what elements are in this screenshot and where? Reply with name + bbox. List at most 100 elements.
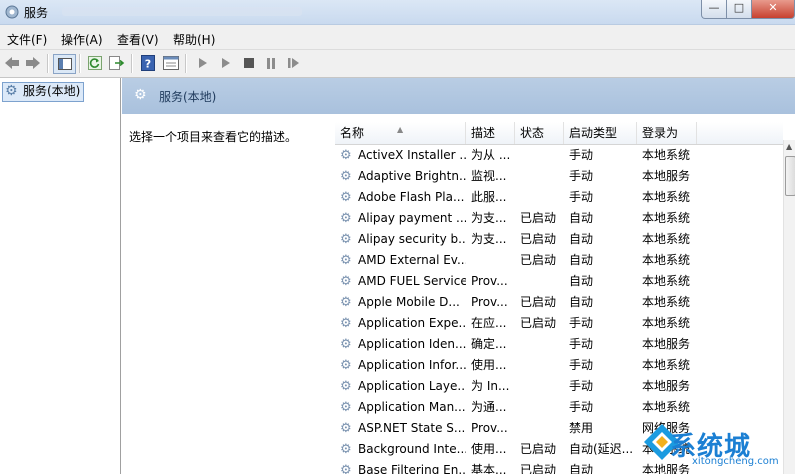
service-gear-icon: ⚙ — [340, 316, 352, 331]
sort-ascending-icon: ▲ — [397, 125, 404, 134]
service-name-cell: ⚙ Base Filtering En... — [340, 460, 466, 474]
service-name-text: AMD FUEL Service — [358, 274, 466, 288]
service-logon-cell: 本地系统 — [642, 295, 691, 309]
back-arrow-icon[interactable] — [3, 54, 21, 72]
start-service-icon[interactable] — [194, 54, 212, 72]
help-icon[interactable]: ? — [139, 54, 157, 72]
service-description-cell: 基本... — [471, 463, 507, 474]
service-description-cell: Prov... — [471, 421, 508, 435]
service-startup-cell: 手动 — [569, 169, 594, 183]
service-startup-cell: 禁用 — [569, 421, 594, 435]
column-log-on-as[interactable]: 登录为 — [637, 122, 697, 144]
maximize-button[interactable]: □ — [726, 0, 752, 19]
service-logon-cell: 本地系统 — [642, 253, 691, 267]
refresh-icon[interactable] — [86, 54, 104, 72]
service-gear-icon: ⚙ — [340, 358, 352, 373]
table-row[interactable]: ⚙ Application Expe... 在应... 已启动 手动 本地系统 — [335, 313, 783, 334]
service-name-text: Apple Mobile D... — [358, 295, 460, 309]
table-row[interactable]: ⚙ AMD FUEL Service Prov... 自动 本地系统 — [335, 271, 783, 292]
column-description[interactable]: 描述 — [466, 122, 515, 144]
service-name-cell: ⚙ ASP.NET State S... — [340, 418, 466, 439]
service-startup-cell: 自动 — [569, 463, 594, 474]
service-status-cell — [520, 271, 564, 292]
title-bar: 服务 — □ ✕ — [0, 0, 795, 25]
show-hide-console-tree-icon[interactable] — [53, 54, 76, 74]
service-name-text: Application Iden... — [358, 337, 466, 351]
service-name-cell: ⚙ Adaptive Brightn... — [340, 166, 466, 187]
forward-arrow-icon[interactable] — [24, 54, 42, 72]
service-description-cell: 为 In... — [471, 379, 510, 393]
service-name-cell: ⚙ AMD External Ev... — [340, 250, 466, 271]
service-gear-icon: ⚙ — [340, 190, 352, 205]
table-row[interactable]: ⚙ Application Infor... 使用... 手动 本地系统 — [335, 355, 783, 376]
svg-text:?: ? — [145, 58, 151, 71]
service-name-cell: ⚙ Application Iden... — [340, 334, 466, 355]
service-status-cell: 已启动 — [520, 442, 557, 456]
service-description-cell — [471, 250, 515, 271]
column-startup-type[interactable]: 启动类型 — [564, 122, 637, 144]
service-name-cell: ⚙ Alipay payment ... — [340, 208, 466, 229]
table-row[interactable]: ⚙ Application Laye... 为 In... 手动 本地服务 — [335, 376, 783, 397]
service-name-cell: ⚙ Background Inte... — [340, 439, 466, 460]
menu-view[interactable]: 查看(V) — [117, 31, 159, 48]
service-name-text: Alipay security b... — [358, 232, 466, 246]
blurred-path — [62, 7, 302, 16]
toolbar: ? — [0, 50, 795, 78]
toolbar-separator — [185, 54, 187, 73]
menu-bar: 文件(F) 操作(A) 查看(V) 帮助(H) — [0, 25, 795, 50]
column-status[interactable]: 状态 — [515, 122, 564, 144]
table-row[interactable]: ⚙ Application Iden... 确定... 手动 本地服务 — [335, 334, 783, 355]
toolbar-separator — [79, 54, 81, 73]
service-startup-cell: 自动(延迟... — [569, 442, 634, 456]
table-row[interactable]: ⚙ Apple Mobile D... Prov... 已启动 自动 本地系统 — [335, 292, 783, 313]
table-row[interactable]: ⚙ Application Man... 为通... 手动 本地系统 — [335, 397, 783, 418]
properties-icon[interactable] — [162, 54, 180, 72]
table-row[interactable]: ⚙ AMD External Ev... 已启动 自动 本地系统 — [335, 250, 783, 271]
service-name-text: Alipay payment ... — [358, 211, 466, 225]
description-pane: 选择一个项目来查看它的描述。 — [129, 130, 298, 144]
console-tree: ⚙ 服务(本地) — [0, 78, 121, 474]
menu-help[interactable]: 帮助(H) — [173, 31, 215, 48]
table-row[interactable]: ⚙ Adaptive Brightn... 监视... 手动 本地服务 — [335, 166, 783, 187]
minimize-button[interactable]: — — [701, 0, 727, 19]
service-name-text: AMD External Ev... — [358, 253, 466, 267]
close-button[interactable]: ✕ — [751, 0, 795, 19]
service-gear-icon: ⚙ — [340, 148, 352, 163]
service-name-text: Application Man... — [358, 400, 466, 414]
service-logon-cell: 本地系统 — [642, 316, 691, 330]
panel-title: 服务(本地) — [159, 90, 217, 104]
service-name-text: Adaptive Brightn... — [358, 169, 466, 183]
menu-file[interactable]: 文件(F) — [7, 31, 47, 48]
service-startup-cell: 自动 — [569, 253, 594, 267]
service-status-cell — [520, 376, 564, 397]
table-row[interactable]: ⚙ ActiveX Installer ... 为从 ... 手动 本地系统 — [335, 145, 783, 166]
service-name-cell: ⚙ Application Infor... — [340, 355, 466, 376]
column-header-row: ▲ 名称 描述 状态 启动类型 登录为 — [335, 122, 783, 145]
gear-icon: ⚙ — [134, 87, 147, 103]
service-gear-icon: ⚙ — [340, 295, 352, 310]
gear-icon: ⚙ — [5, 83, 18, 99]
stop-service-icon[interactable] — [240, 54, 258, 72]
panel-header: ⚙ 服务(本地) — [122, 78, 795, 114]
start-service-params-icon[interactable] — [217, 54, 235, 72]
table-row[interactable]: ⚙ Alipay payment ... 为支... 已启动 自动 本地系统 — [335, 208, 783, 229]
scrollbar-thumb[interactable] — [785, 156, 795, 196]
export-list-icon[interactable] — [108, 54, 126, 72]
pause-service-icon[interactable] — [262, 54, 280, 72]
service-name-cell: ⚙ Application Man... — [340, 397, 466, 418]
menu-action[interactable]: 操作(A) — [61, 31, 103, 48]
tree-item-services-local[interactable]: ⚙ 服务(本地) — [2, 82, 85, 102]
service-gear-icon: ⚙ — [340, 253, 352, 268]
table-row[interactable]: ⚙ Adobe Flash Pla... 此服... 手动 本地系统 — [335, 187, 783, 208]
service-description-cell: 为支... — [471, 232, 507, 246]
column-name[interactable]: ▲ 名称 — [335, 122, 466, 144]
toolbar-separator — [131, 54, 133, 73]
table-row[interactable]: ⚙ Alipay security b... 为支... 已启动 自动 本地系统 — [335, 229, 783, 250]
watermark: 系统城 xitongcheng.com — [640, 420, 790, 472]
service-gear-icon: ⚙ — [340, 379, 352, 394]
restart-service-icon[interactable] — [285, 54, 303, 72]
service-logon-cell: 本地系统 — [642, 274, 691, 288]
service-gear-icon: ⚙ — [340, 400, 352, 415]
service-description-cell: 监视... — [471, 169, 507, 183]
scroll-up-icon[interactable]: ▲ — [786, 142, 792, 151]
